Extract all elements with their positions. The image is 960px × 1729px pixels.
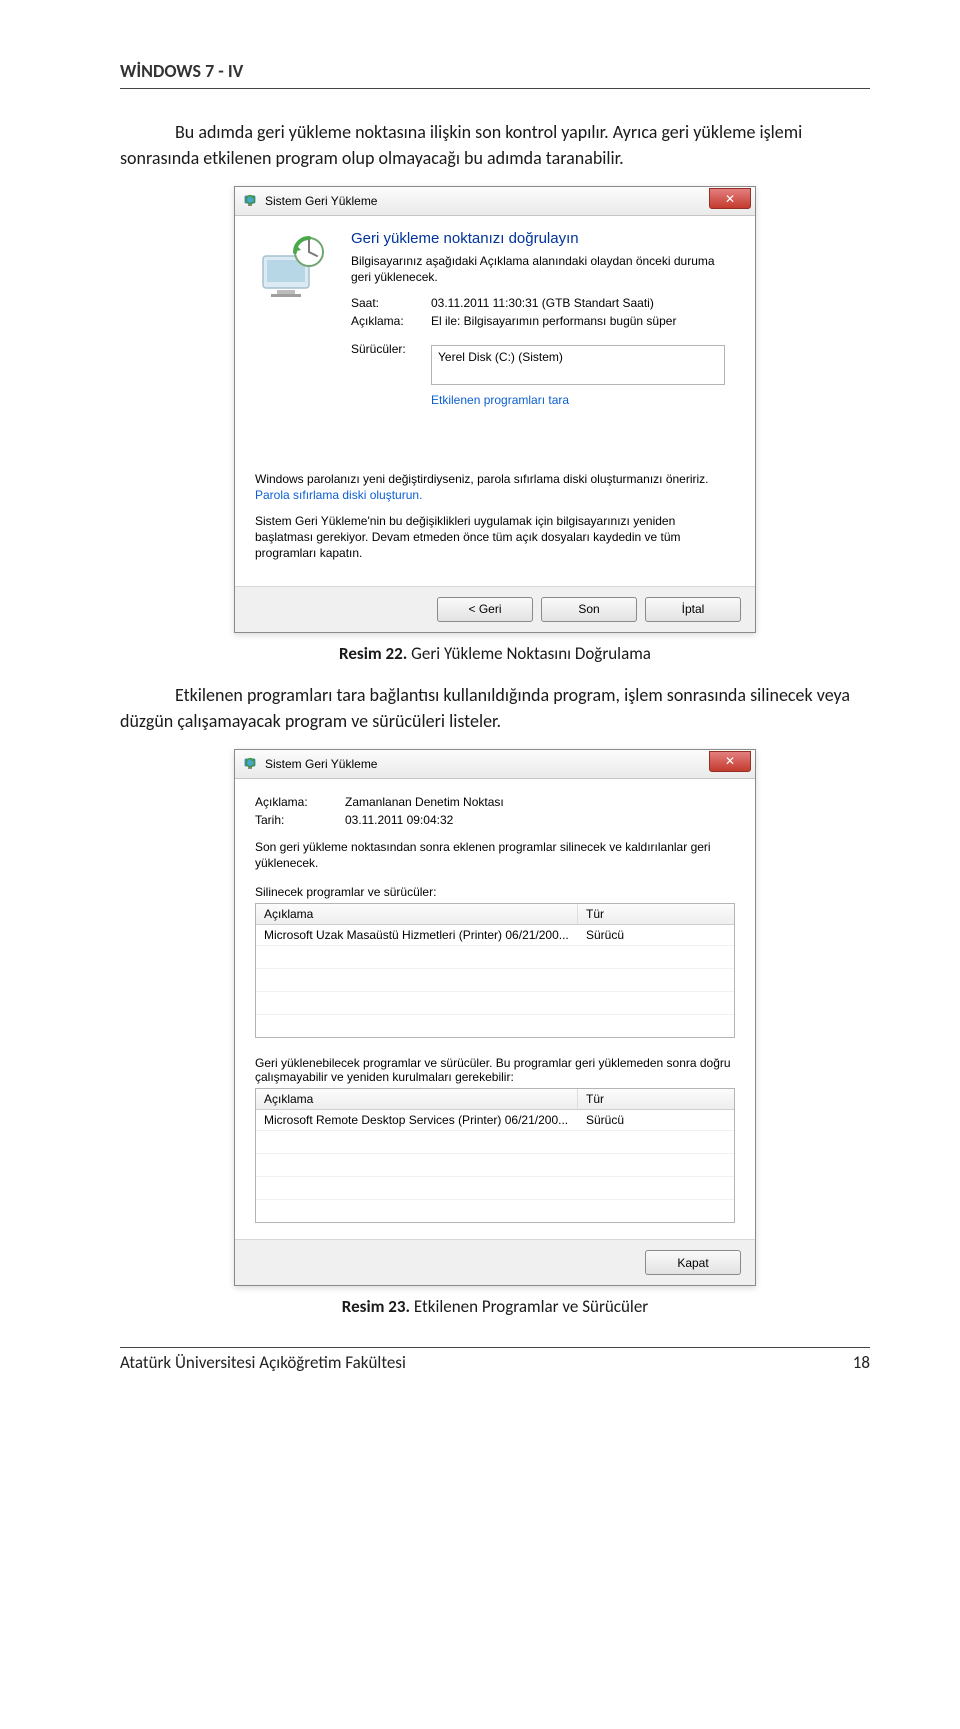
close-dialog-label: Kapat bbox=[677, 1256, 708, 1270]
figure-caption-23: Resim 23. Etkilenen Programlar ve Sürücü… bbox=[120, 1296, 870, 1317]
page-header: WİNDOWS 7 - IV bbox=[120, 60, 870, 89]
aciklama2-label: Açıklama: bbox=[255, 795, 345, 809]
password-warn-prefix: Windows parolanızı yeni değiştirdiyseniz… bbox=[255, 472, 709, 486]
row1-type: Sürücü bbox=[578, 925, 734, 945]
password-warning-text: Windows parolanızı yeni değiştirdiyseniz… bbox=[255, 471, 735, 503]
system-restore-icon bbox=[243, 193, 259, 209]
deleted-programs-grid[interactable]: Açıklama Tür Microsoft Uzak Masaüstü Hiz… bbox=[255, 903, 735, 1038]
table-row[interactable]: Microsoft Uzak Masaüstü Hizmetleri (Prin… bbox=[256, 925, 734, 946]
close-button[interactable]: ✕ bbox=[709, 188, 751, 209]
col-header-description[interactable]: Açıklama bbox=[256, 904, 578, 924]
table-row-empty bbox=[256, 1131, 734, 1154]
cancel-button-label: İptal bbox=[682, 602, 705, 616]
col-header-type[interactable]: Tür bbox=[578, 904, 734, 924]
drives-item: Yerel Disk (C:) (Sistem) bbox=[438, 350, 563, 364]
section-restored-label: Geri yüklenebilecek programlar ve sürücü… bbox=[255, 1056, 735, 1084]
saat-value: 03.11.2011 11:30:31 (GTB Standart Saati) bbox=[431, 296, 735, 310]
table-row-empty bbox=[256, 1177, 734, 1200]
footer-left: Atatürk Üniversitesi Açıköğretim Fakülte… bbox=[120, 1352, 406, 1373]
system-restore-large-icon bbox=[255, 234, 335, 314]
col-header-description[interactable]: Açıklama bbox=[256, 1089, 578, 1109]
aciklama-value: El ile: Bilgisayarımın performansı bugün… bbox=[431, 314, 735, 328]
finish-button[interactable]: Son bbox=[541, 597, 637, 622]
close-button[interactable]: ✕ bbox=[709, 751, 751, 772]
suruculer-label: Sürücüler: bbox=[351, 342, 431, 356]
close-icon: ✕ bbox=[725, 754, 735, 768]
dialog2-title: Sistem Geri Yükleme bbox=[265, 757, 709, 771]
dialog-heading: Geri yükleme noktanızı doğrulayın bbox=[351, 230, 735, 247]
dialog-titlebar: Sistem Geri Yükleme ✕ bbox=[235, 187, 755, 216]
caption-22-label: Resim 22. bbox=[339, 643, 407, 664]
drives-listbox[interactable]: Yerel Disk (C:) (Sistem) bbox=[431, 345, 725, 385]
dialog2-button-bar: Kapat bbox=[235, 1239, 755, 1285]
system-restore-confirm-dialog: Sistem Geri Yükleme ✕ bbox=[234, 186, 756, 632]
row2-type: Sürücü bbox=[578, 1110, 734, 1130]
caption-22-text: Geri Yükleme Noktasını Doğrulama bbox=[407, 643, 651, 664]
cancel-button[interactable]: İptal bbox=[645, 597, 741, 622]
back-button[interactable]: < Geri bbox=[437, 597, 533, 622]
footer-page-number: 18 bbox=[853, 1352, 870, 1373]
table-row-empty bbox=[256, 992, 734, 1015]
table-row-empty bbox=[256, 1015, 734, 1037]
restart-warning-text: Sistem Geri Yükleme'nin bu değişiklikler… bbox=[255, 513, 735, 562]
table-row-empty bbox=[256, 1154, 734, 1177]
tarih-value: 03.11.2011 09:04:32 bbox=[345, 813, 453, 827]
caption-23-label: Resim 23. bbox=[342, 1296, 410, 1317]
dialog-subheading: Bilgisayarınız aşağıdaki Açıklama alanın… bbox=[351, 253, 735, 285]
affected-programs-dialog: Sistem Geri Yükleme ✕ Açıklama: Zamanlan… bbox=[234, 749, 756, 1286]
figure-caption-22: Resim 22. Geri Yükleme Noktasını Doğrula… bbox=[120, 643, 870, 664]
dialog-button-bar: < Geri Son İptal bbox=[235, 586, 755, 632]
table-row-empty bbox=[256, 1200, 734, 1222]
aciklama-label: Açıklama: bbox=[351, 314, 431, 328]
page-footer: Atatürk Üniversitesi Açıköğretim Fakülte… bbox=[120, 1347, 870, 1373]
tarih-label: Tarih: bbox=[255, 813, 345, 827]
row1-desc: Microsoft Uzak Masaüstü Hizmetleri (Prin… bbox=[256, 925, 578, 945]
caption-23-text: Etkilenen Programlar ve Sürücüler bbox=[410, 1296, 648, 1317]
aciklama2-value: Zamanlanan Denetim Noktası bbox=[345, 795, 504, 809]
section-deleted-label: Silinecek programlar ve sürücüler: bbox=[255, 885, 735, 899]
dialog2-titlebar: Sistem Geri Yükleme ✕ bbox=[235, 750, 755, 779]
page-paragraph-1: Bu adımda geri yükleme noktasına ilişkin… bbox=[120, 119, 870, 171]
back-button-label: < Geri bbox=[468, 602, 501, 616]
finish-button-label: Son bbox=[578, 602, 599, 616]
dialog-title: Sistem Geri Yükleme bbox=[265, 194, 709, 208]
dialog2-intro: Son geri yükleme noktasından sonra eklen… bbox=[255, 839, 735, 871]
password-reset-disk-link[interactable]: Parola sıfırlama diski oluşturun. bbox=[255, 488, 422, 502]
restored-programs-grid[interactable]: Açıklama Tür Microsoft Remote Desktop Se… bbox=[255, 1088, 735, 1223]
row2-desc: Microsoft Remote Desktop Services (Print… bbox=[256, 1110, 578, 1130]
page-paragraph-2: Etkilenen programları tara bağlantısı ku… bbox=[120, 682, 870, 734]
table-row[interactable]: Microsoft Remote Desktop Services (Print… bbox=[256, 1110, 734, 1131]
close-icon: ✕ bbox=[725, 192, 735, 206]
col-header-type[interactable]: Tür bbox=[578, 1089, 734, 1109]
table-row-empty bbox=[256, 946, 734, 969]
table-row-empty bbox=[256, 969, 734, 992]
close-dialog-button[interactable]: Kapat bbox=[645, 1250, 741, 1275]
system-restore-icon bbox=[243, 756, 259, 772]
scan-affected-programs-link[interactable]: Etkilenen programları tara bbox=[431, 393, 569, 407]
saat-label: Saat: bbox=[351, 296, 431, 310]
